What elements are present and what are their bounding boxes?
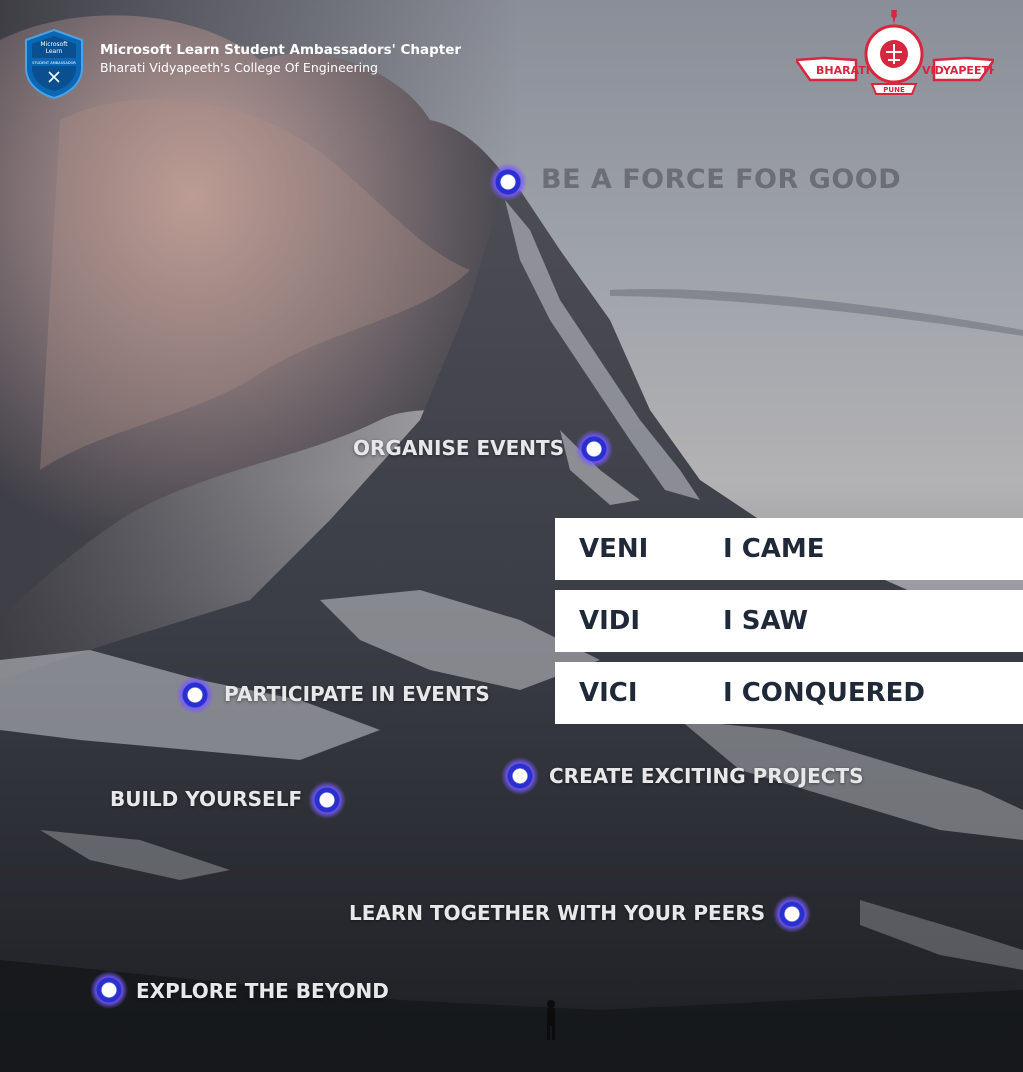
milestone-dot-icon: [773, 895, 811, 933]
milestone-label: ORGANISE EVENTS: [353, 436, 565, 460]
badge-text-learn: Learn: [46, 48, 63, 55]
logo-word-pune: PUNE: [883, 86, 905, 94]
milestone-dot-icon: [489, 163, 527, 201]
chapter-branding: Microsoft Learn STUDENT AMBASSADOR Micro…: [22, 28, 461, 100]
motto-english: I CONQUERED: [723, 678, 926, 708]
milestone-dot-icon: [90, 971, 128, 1009]
milestone-label: BE A FORCE FOR GOOD: [541, 164, 902, 195]
milestone-label: CREATE EXCITING PROJECTS: [549, 764, 864, 788]
motto-latin: VICI: [579, 678, 638, 708]
milestone-label: BUILD YOURSELF: [110, 787, 303, 811]
badge-text-microsoft: Microsoft: [40, 41, 68, 48]
motto-latin: VIDI: [579, 606, 641, 636]
bharati-vidyapeeth-logo: BHARATI VIDYAPEETH PUNE: [796, 10, 994, 95]
milestone-dot-icon: [575, 430, 613, 468]
logo-word-bharati: BHARATI: [816, 64, 870, 77]
chapter-title: Microsoft Learn Student Ambassadors' Cha…: [100, 42, 462, 58]
milestone-label: EXPLORE THE BEYOND: [136, 979, 389, 1003]
motto-row-veni: VENI I CAME: [555, 518, 1023, 580]
motto-english: I SAW: [723, 606, 809, 636]
motto-row-vici: VICI I CONQUERED: [555, 662, 1023, 724]
badge-text-student-ambassador: STUDENT AMBASSADOR: [32, 61, 76, 65]
logo-word-vidyapeeth: VIDYAPEETH: [922, 64, 994, 77]
student-ambassador-badge-icon: Microsoft Learn STUDENT AMBASSADOR: [25, 28, 83, 100]
milestone-dot-icon: [308, 781, 346, 819]
milestone-label: PARTICIPATE IN EVENTS: [224, 682, 490, 706]
motto-english: I CAME: [723, 534, 825, 564]
motto-latin: VENI: [579, 534, 649, 564]
milestone-dot-icon: [501, 757, 539, 795]
motto-row-vidi: VIDI I SAW: [555, 590, 1023, 652]
poster: Microsoft Learn STUDENT AMBASSADOR Micro…: [0, 0, 1023, 1072]
college-name: Bharati Vidyapeeth's College Of Engineer…: [100, 60, 378, 75]
milestone-dot-icon: [176, 676, 214, 714]
milestone-label: LEARN TOGETHER WITH YOUR PEERS: [349, 901, 766, 925]
